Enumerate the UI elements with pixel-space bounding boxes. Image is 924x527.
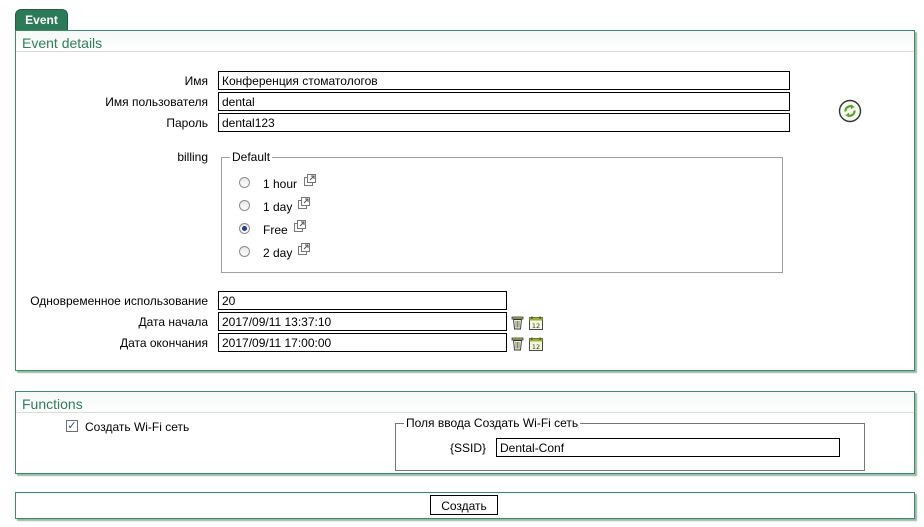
tab-event[interactable]: Event xyxy=(15,9,68,30)
external-link-icon[interactable] xyxy=(294,220,306,235)
username-label: Имя пользователя xyxy=(105,95,208,109)
radio-free[interactable] xyxy=(239,223,250,234)
refresh-icon[interactable] xyxy=(838,99,862,123)
option-label-2-day: 2 day xyxy=(263,246,293,260)
ssid-label: {SSID} xyxy=(449,441,486,455)
svg-text:12: 12 xyxy=(532,322,540,330)
functions-title: Functions xyxy=(16,392,914,413)
create-wifi-label: Создать Wi-Fi сеть xyxy=(85,420,190,434)
event-details-title: Event details xyxy=(16,31,914,52)
billing-label: billing xyxy=(177,150,208,164)
create-button[interactable]: Создать xyxy=(430,495,498,515)
radio-1-day[interactable] xyxy=(239,200,250,211)
create-wifi-checkbox[interactable]: ✓ xyxy=(66,420,78,432)
end-date-input[interactable] xyxy=(218,333,507,352)
start-date-input[interactable] xyxy=(218,312,507,331)
username-input[interactable] xyxy=(218,92,790,111)
password-label: Пароль xyxy=(166,116,208,130)
name-input[interactable] xyxy=(218,71,790,90)
password-input[interactable] xyxy=(218,113,790,132)
option-label-1-hour: 1 hour xyxy=(263,177,298,191)
option-label-1-day: 1 day xyxy=(263,200,293,214)
external-link-icon[interactable] xyxy=(298,197,310,212)
name-label: Имя xyxy=(184,74,208,88)
calendar-icon[interactable]: 12 xyxy=(529,337,543,354)
radio-1-hour[interactable] xyxy=(239,177,250,188)
option-label-free: Free xyxy=(263,223,288,237)
concurrent-use-input[interactable] xyxy=(218,291,507,310)
start-date-label: Дата начала xyxy=(138,315,208,329)
end-date-label: Дата окончания xyxy=(119,336,208,350)
calendar-icon[interactable]: 12 xyxy=(529,316,543,333)
ssid-input[interactable] xyxy=(496,438,840,457)
wifi-fields-legend: Поля ввода Создать Wi-Fi сеть xyxy=(406,416,579,430)
concurrent-use-label: Одновременное использование xyxy=(30,294,208,308)
trash-icon[interactable] xyxy=(511,316,524,333)
external-link-icon[interactable] xyxy=(304,174,316,189)
svg-text:12: 12 xyxy=(532,343,540,351)
radio-2-day[interactable] xyxy=(239,246,250,257)
external-link-icon[interactable] xyxy=(298,243,310,258)
trash-icon[interactable] xyxy=(511,337,524,354)
billing-group-legend: Default xyxy=(232,150,271,164)
